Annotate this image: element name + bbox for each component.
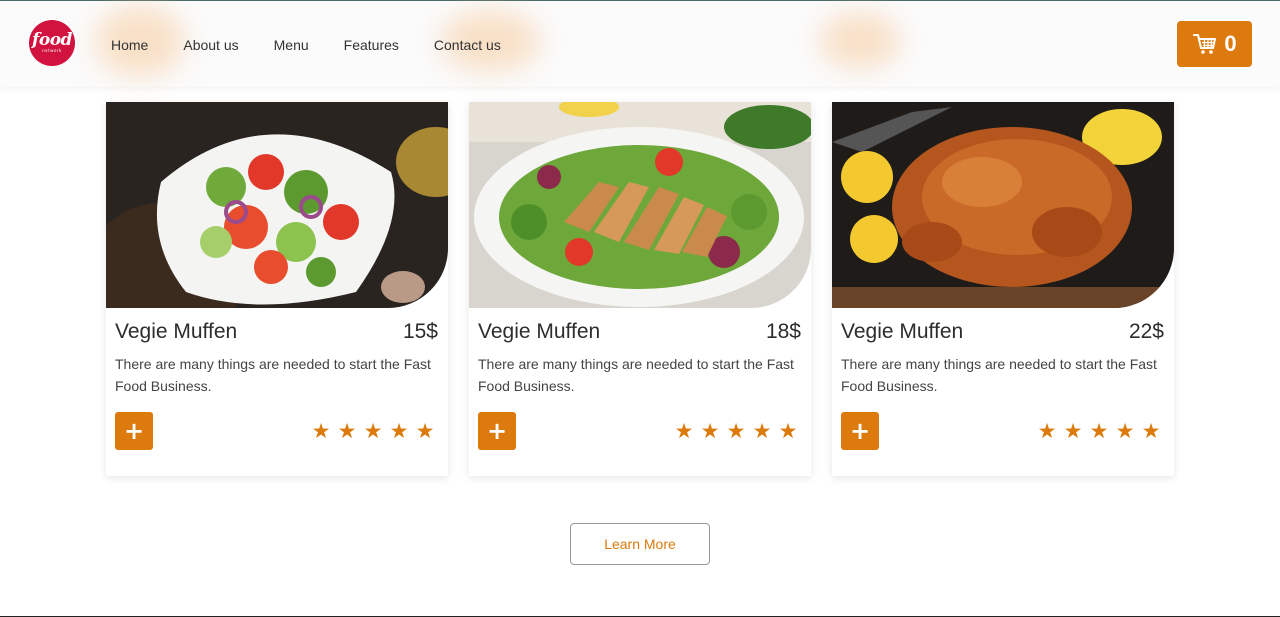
cart-icon bbox=[1193, 34, 1217, 54]
star-icon: ★ bbox=[726, 419, 746, 443]
star-icon: ★ bbox=[389, 419, 409, 443]
product-title: Vegie Muffen bbox=[478, 320, 601, 343]
learn-more-button[interactable]: Learn More bbox=[570, 523, 710, 565]
add-to-cart-button[interactable]: + bbox=[115, 412, 153, 450]
star-icon: ★ bbox=[1037, 419, 1057, 443]
product-description: There are many things are needed to star… bbox=[841, 356, 1157, 394]
star-icon: ★ bbox=[1089, 419, 1109, 443]
star-icon: ★ bbox=[337, 419, 357, 443]
star-icon: ★ bbox=[1115, 419, 1135, 443]
product-image-chicken-salad bbox=[469, 102, 811, 308]
nav-features[interactable]: Features bbox=[344, 36, 399, 54]
star-icon: ★ bbox=[363, 419, 383, 443]
cart-button[interactable]: 0 bbox=[1177, 21, 1252, 67]
star-icon: ★ bbox=[415, 419, 435, 443]
star-icon: ★ bbox=[752, 419, 772, 443]
star-icon: ★ bbox=[311, 419, 331, 443]
main-nav: Home About us Menu Features Contact us bbox=[111, 36, 501, 54]
rating-stars: ★ ★ ★ ★ ★ bbox=[1034, 420, 1164, 442]
decorative-blur bbox=[820, 13, 900, 68]
product-price: 18$ bbox=[765, 320, 801, 343]
logo-subtext: network bbox=[42, 48, 62, 53]
product-price: 22$ bbox=[1128, 320, 1164, 343]
star-icon: ★ bbox=[1063, 419, 1083, 443]
cart-count: 0 bbox=[1224, 31, 1237, 56]
star-icon: ★ bbox=[674, 419, 694, 443]
add-to-cart-button[interactable]: + bbox=[841, 412, 879, 450]
product-card: Vegie Muffen 15$ There are many things a… bbox=[106, 102, 448, 476]
nav-home[interactable]: Home bbox=[111, 36, 148, 54]
nav-about-us[interactable]: About us bbox=[183, 36, 238, 54]
star-icon: ★ bbox=[700, 419, 720, 443]
star-icon: ★ bbox=[778, 419, 798, 443]
nav-menu[interactable]: Menu bbox=[274, 36, 309, 54]
product-description: There are many things are needed to star… bbox=[478, 356, 794, 394]
product-image-roast-chicken bbox=[832, 102, 1174, 308]
product-title: Vegie Muffen bbox=[115, 320, 238, 343]
add-to-cart-button[interactable]: + bbox=[478, 412, 516, 450]
product-card: Vegie Muffen 22$ There are many things a… bbox=[832, 102, 1174, 476]
rating-stars: ★ ★ ★ ★ ★ bbox=[671, 420, 801, 442]
star-icon: ★ bbox=[1141, 419, 1161, 443]
page: food network Home About us Menu Features… bbox=[0, 0, 1280, 617]
product-image-salad bbox=[106, 102, 448, 308]
rating-stars: ★ ★ ★ ★ ★ bbox=[308, 420, 438, 442]
nav-contact-us[interactable]: Contact us bbox=[434, 36, 501, 54]
product-description: There are many things are needed to star… bbox=[115, 356, 431, 394]
product-price: 15$ bbox=[402, 320, 438, 343]
product-title: Vegie Muffen bbox=[841, 320, 964, 343]
header: food network Home About us Menu Features… bbox=[0, 1, 1280, 87]
food-network-logo[interactable]: food network bbox=[29, 20, 75, 66]
product-card: Vegie Muffen 18$ There are many things a… bbox=[469, 102, 811, 476]
logo-wordmark: food bbox=[32, 30, 72, 50]
